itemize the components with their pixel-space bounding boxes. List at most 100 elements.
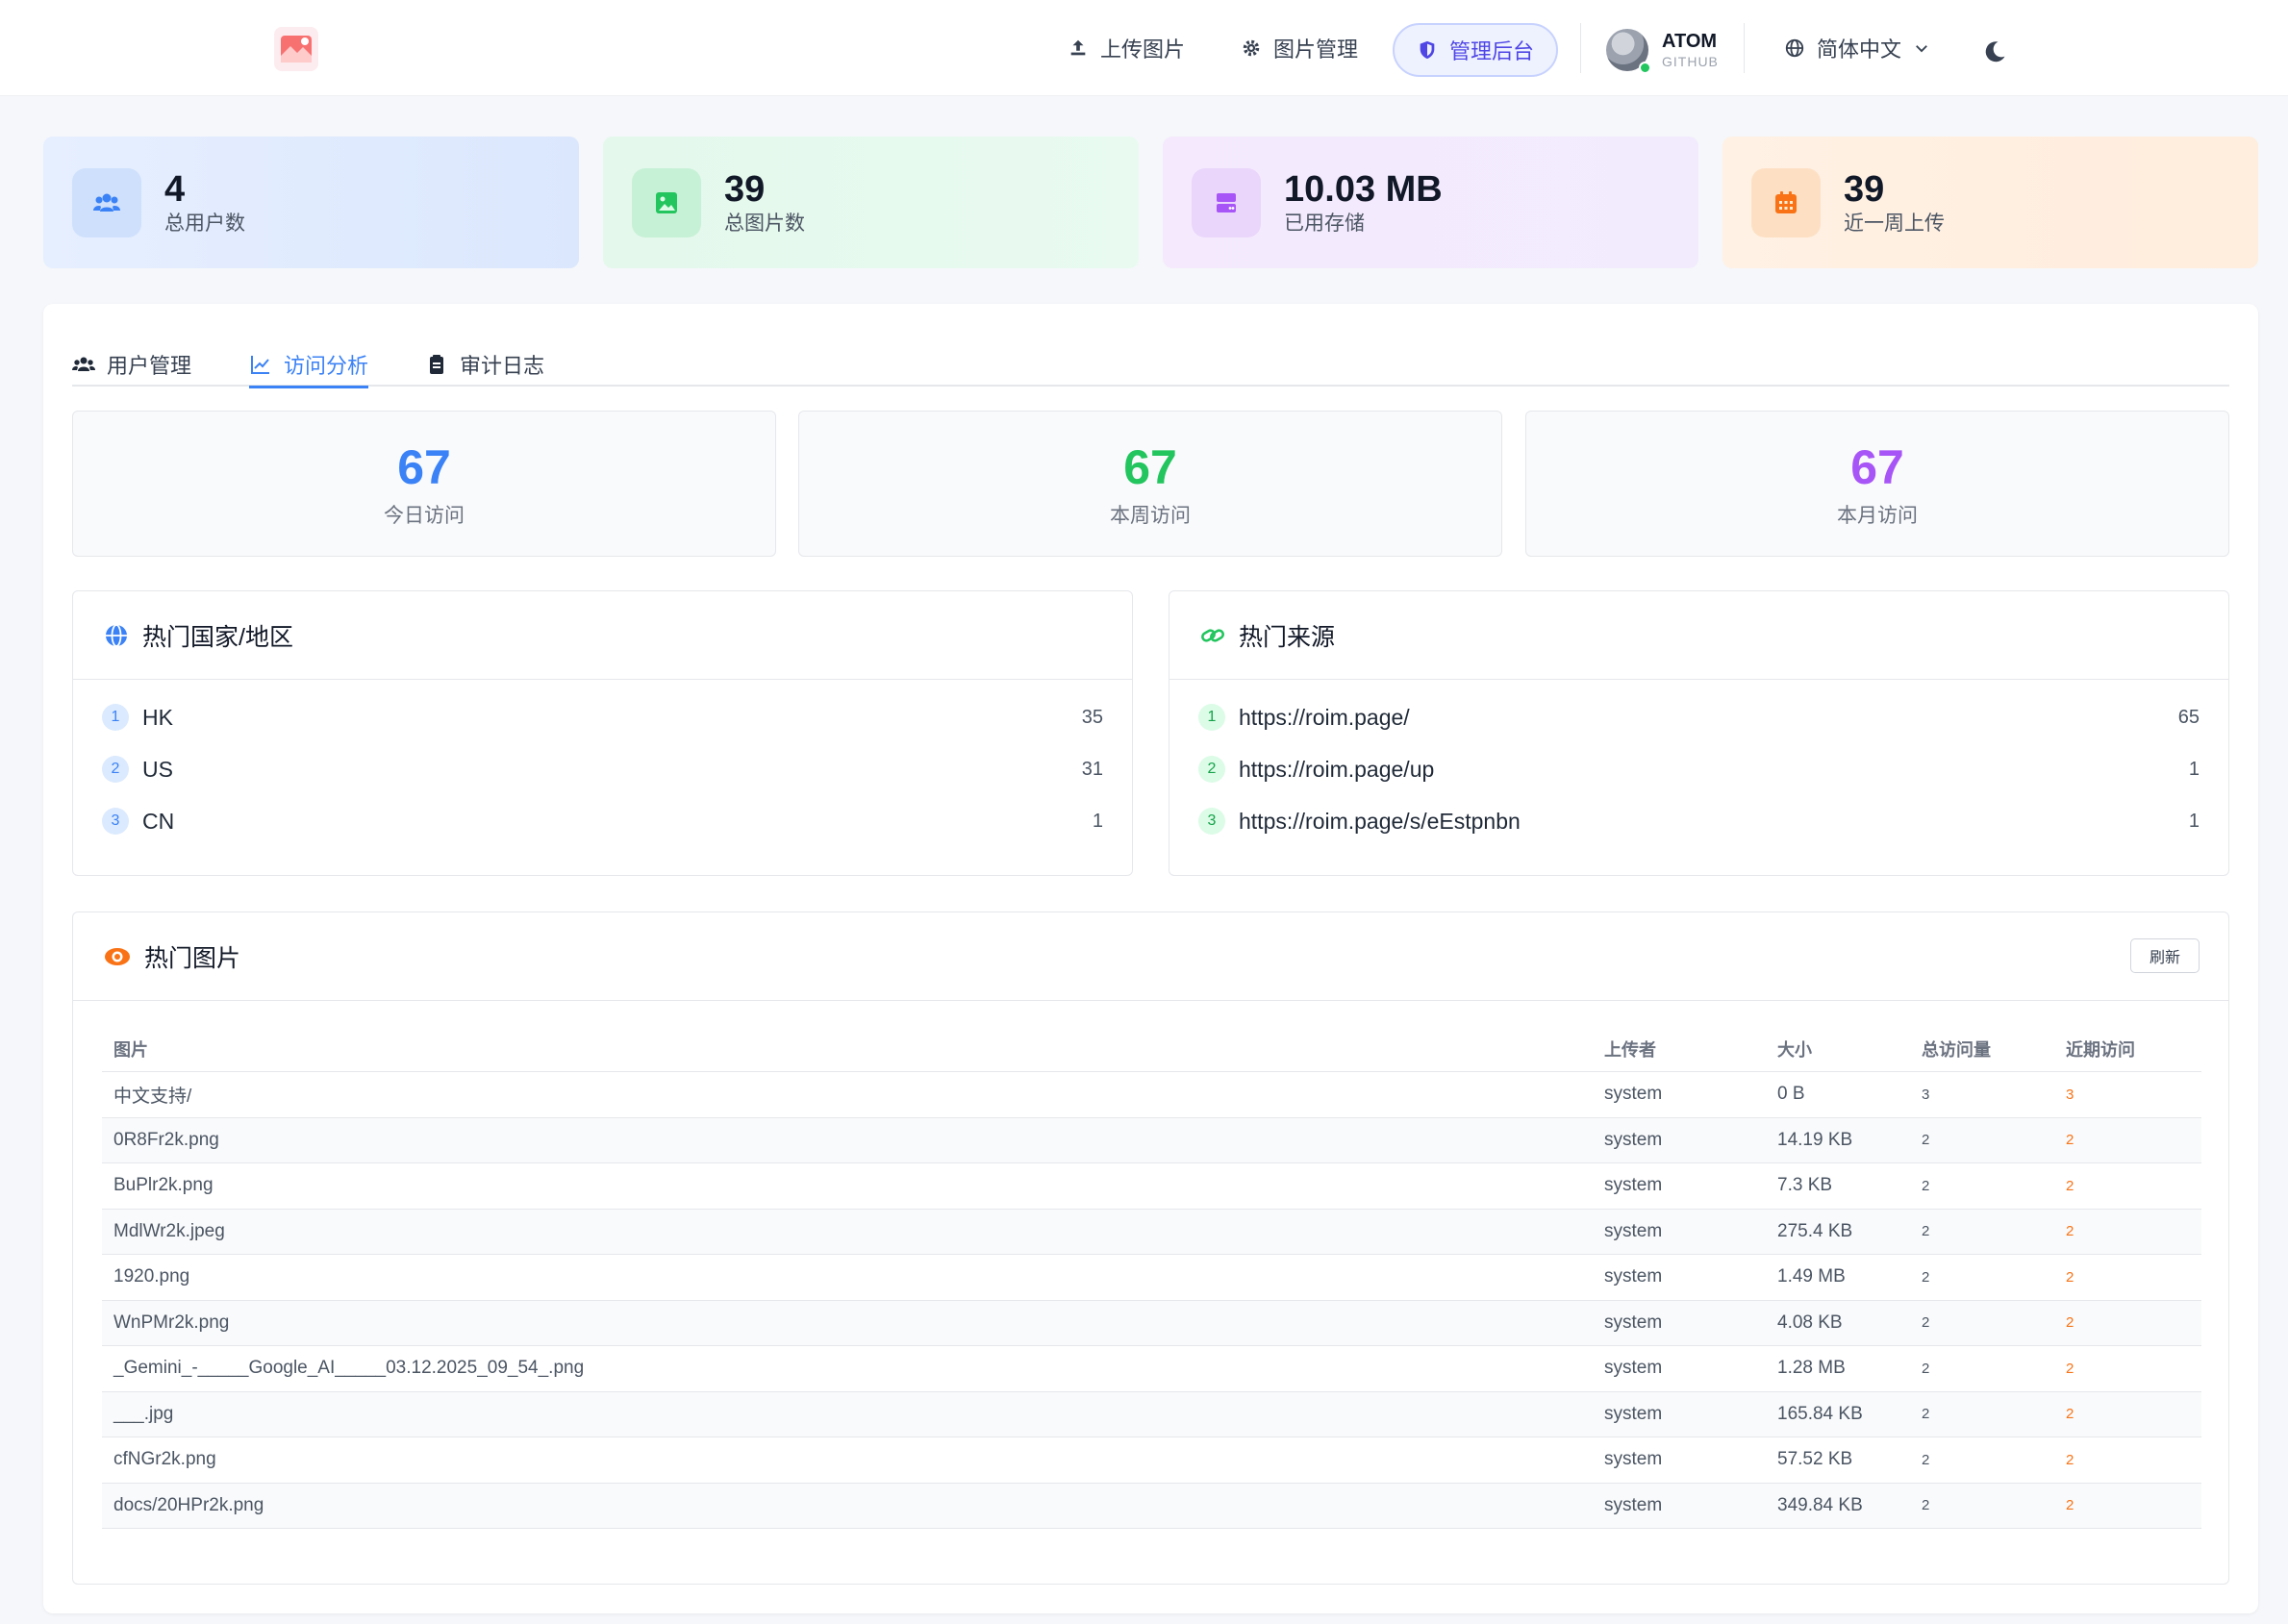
recent-visits-cell: 2 [2066,1406,2074,1423]
total-visits-cell: 2 [1922,1268,1930,1286]
country-name: HK [142,704,173,730]
column-header[interactable]: 大小 [1777,1037,1922,1062]
visit-count: 1 [1092,810,1103,832]
total-visits-cell: 2 [1922,1223,1930,1240]
nav-manage-label: 图片管理 [1273,37,1359,62]
table-row[interactable]: BuPlr2k.png system 7.3 KB 2 2 [102,1163,2201,1210]
rank-badge: 2 [102,756,129,783]
image-name-cell: 中文支持/ [113,1086,192,1107]
visit-count: 1 [2188,810,2200,832]
admin-panel: 用户管理 访问分析 审计日志 67 今日访问 67 本周访问 67 本月访问 热… [43,304,2258,1613]
total-visits-cell: 2 [1922,1497,1930,1514]
stat-label: 总用户数 [164,212,245,235]
uploader-cell: system [1604,1175,1663,1196]
list-item: 1 HK 35 [102,698,1103,737]
recent-visits-cell: 2 [2066,1360,2074,1377]
image-name-cell: 1920.png [113,1266,190,1287]
table-row[interactable]: ___.jpg system 165.84 KB 2 2 [102,1391,2201,1437]
nav-upload[interactable]: 上传图片 [1068,29,1185,67]
size-cell: 4.08 KB [1777,1312,1843,1333]
tab-analytics[interactable]: 访问分析 [249,342,369,388]
table-row[interactable]: cfNGr2k.png system 57.52 KB 2 2 [102,1437,2201,1484]
column-header[interactable]: 总访问量 [1922,1037,2066,1062]
user-menu[interactable]: ATOM GITHUB [1606,21,1719,79]
card-title: 热门图片 [144,944,241,972]
column-header[interactable]: 上传者 [1604,1037,1777,1062]
total-visits-cell: 2 [1922,1132,1930,1149]
refresh-button[interactable]: 刷新 [2130,938,2200,973]
uploader-cell: system [1604,1403,1663,1424]
theme-toggle[interactable] [1981,33,2008,71]
recent-visits-cell: 2 [2066,1268,2074,1286]
tab-audit-log[interactable]: 审计日志 [425,342,544,387]
country-name: CN [142,808,175,834]
nav-admin[interactable]: 管理后台 [1393,23,1558,77]
uploader-cell: system [1604,1220,1663,1241]
link-icon [1201,628,1224,642]
size-cell: 0 B [1777,1084,1805,1105]
table-row[interactable]: 1920.png system 1.49 MB 2 2 [102,1255,2201,1301]
table-row[interactable]: MdlWr2k.jpeg system 275.4 KB 2 2 [102,1209,2201,1255]
users-icon [72,167,141,237]
top-header: 上传图片 图片管理 管理后台 ATOM GITHUB 简体中文 [0,0,2288,96]
source-url: https://roim.page/s/eEstpnbn [1239,808,1521,834]
top-countries-card: 热门国家/地区 1 HK 35 2 US 3 1 3 CN 1 [72,590,1133,876]
storage-icon [1192,167,1261,237]
nav-image-manage[interactable]: 图片管理 [1241,29,1358,67]
column-header[interactable]: 图片 [102,1037,1604,1062]
card-title: 热门来源 [1239,623,1336,651]
total-visits-cell: 2 [1922,1406,1930,1423]
rank-badge: 2 [1198,756,1225,783]
table-row[interactable]: 中文支持/system 0 B 3 3 [102,1072,2201,1118]
recent-visits-cell: 2 [2066,1223,2074,1240]
tab-users[interactable]: 用户管理 [72,342,191,387]
total-visits-cell: 2 [1922,1314,1930,1332]
visits-today: 67 今日访问 [72,411,776,557]
card-title: 热门国家/地区 [142,623,293,651]
card-header: 热门图片 刷新 [73,912,2228,1001]
size-cell: 14.19 KB [1777,1129,1853,1150]
size-cell: 165.84 KB [1777,1403,1863,1424]
source-url: https://roim.page/ [1239,704,1410,730]
column-header[interactable]: 近期访问 [2066,1037,2201,1062]
uploader-cell: system [1604,1494,1663,1515]
table-row[interactable]: docs/20HPr2k.png system 349.84 KB 2 2 [102,1483,2201,1529]
uploader-cell: system [1604,1129,1663,1150]
image-icon [632,167,701,237]
top-sources-card: 热门来源 1 https://roim.page/ 65 2 https://r… [1169,590,2229,876]
size-cell: 275.4 KB [1777,1220,1853,1241]
users-icon [72,357,95,371]
list-item: 3 CN 1 [102,802,1103,840]
source-url: https://roim.page/up [1239,756,1435,782]
hot-images-card: 热门图片 刷新 图片 上传者 大小 总访问量 近期访问 中文支持/system 0… [72,912,2229,1585]
stat-card-weekly-uploads: 39 近一周上传 [1722,137,2258,268]
stat-value: 4 [164,168,186,210]
size-cell: 57.52 KB [1777,1449,1853,1470]
table-row[interactable]: WnPMr2k.png system 4.08 KB 2 2 [102,1300,2201,1346]
app-logo[interactable] [274,27,318,71]
country-name: US [142,756,173,782]
card-header: 热门来源 [1169,591,2228,680]
header-divider [1580,23,1581,73]
avatar [1606,29,1651,74]
image-name-cell: _Gemini_-_____Google_AI_____03.12.2025_0… [113,1358,585,1379]
image-name-cell: MdlWr2k.jpeg [113,1220,225,1241]
size-cell: 349.84 KB [1777,1494,1863,1515]
size-cell: 1.28 MB [1777,1358,1846,1379]
rank-badge: 1 [1198,704,1225,731]
globe-icon [1785,38,1804,58]
visits-month: 67 本月访问 [1525,411,2229,557]
image-name-cell: 0R8Fr2k.png [113,1129,219,1150]
table-row[interactable]: _Gemini_-_____Google_AI_____03.12.2025_0… [102,1346,2201,1392]
rank-badge: 3 [102,808,129,835]
rank-badge: 3 [1198,808,1225,835]
visit-value: 67 [1123,440,1177,494]
language-selector[interactable]: 简体中文 [1784,29,1930,67]
recent-visits-cell: 2 [2066,1132,2074,1149]
language-label: 简体中文 [1817,37,1902,62]
table-row[interactable]: 0R8Fr2k.png system 14.19 KB 2 2 [102,1117,2201,1163]
table-body: 中文支持/system 0 B 3 3 0R8Fr2k.png system 14.19 K… [102,1072,2201,1529]
line-chart-icon [251,355,269,374]
uploader-cell: system [1604,1084,1663,1105]
user-name: ATOM [1662,31,1718,52]
